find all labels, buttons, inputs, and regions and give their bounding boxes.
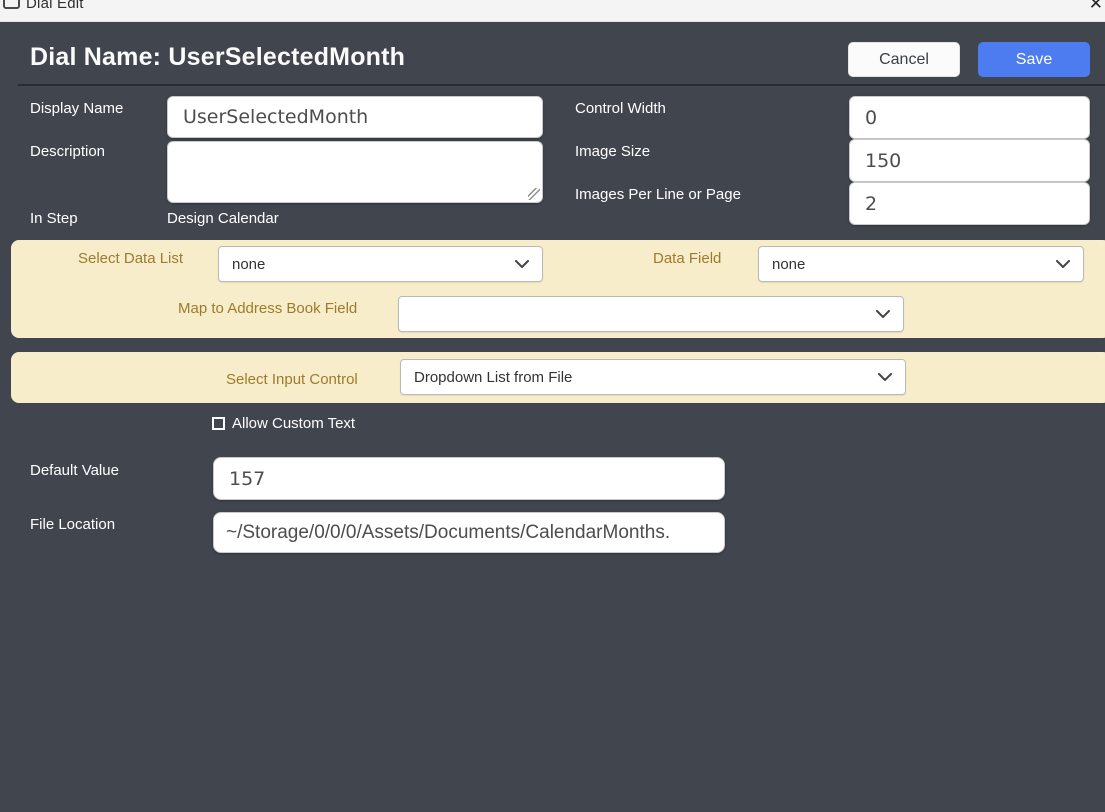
window-icon bbox=[3, 0, 20, 9]
image-size-input[interactable] bbox=[849, 139, 1090, 182]
chevron-down-icon bbox=[515, 260, 529, 268]
display-name-label: Display Name bbox=[30, 100, 124, 117]
select-input-control-value: Dropdown List from File bbox=[414, 368, 573, 386]
data-field-value: none bbox=[772, 255, 806, 273]
select-data-list-label: Select Data List bbox=[78, 250, 184, 267]
select-data-list-dropdown[interactable]: none bbox=[218, 246, 543, 282]
description-label: Description bbox=[30, 143, 106, 160]
dial-edit-window: Dial Edit ✕ Dial Name: UserSelectedMonth… bbox=[0, 0, 1105, 812]
close-icon[interactable]: ✕ bbox=[1089, 0, 1103, 14]
chevron-down-icon bbox=[878, 373, 892, 381]
save-button[interactable]: Save bbox=[978, 42, 1090, 77]
select-input-control-dropdown[interactable]: Dropdown List from File bbox=[400, 359, 906, 395]
window-title: Dial Edit bbox=[26, 0, 84, 12]
select-input-control-label: Select Input Control bbox=[226, 371, 358, 388]
file-location-input[interactable] bbox=[213, 512, 725, 553]
allow-custom-text-label: Allow Custom Text bbox=[232, 415, 356, 432]
file-location-label: File Location bbox=[30, 516, 116, 533]
control-width-label: Control Width bbox=[575, 100, 666, 117]
chevron-down-icon bbox=[1056, 260, 1070, 268]
images-per-line-input[interactable] bbox=[849, 182, 1090, 225]
cancel-button[interactable]: Cancel bbox=[848, 42, 960, 77]
images-per-line-label: Images Per Line or Page bbox=[575, 186, 741, 203]
data-field-label: Data Field bbox=[653, 250, 722, 267]
display-name-input[interactable] bbox=[167, 96, 543, 138]
description-textarea[interactable] bbox=[167, 141, 543, 203]
default-value-input[interactable] bbox=[213, 457, 725, 500]
in-step-label: In Step bbox=[30, 210, 78, 227]
data-field-dropdown[interactable]: none bbox=[758, 246, 1084, 282]
titlebar: Dial Edit ✕ bbox=[0, 0, 1105, 22]
page-title: Dial Name: UserSelectedMonth bbox=[30, 43, 406, 71]
chevron-down-icon bbox=[876, 310, 890, 318]
header-divider bbox=[18, 84, 1105, 86]
control-width-input[interactable] bbox=[849, 96, 1090, 139]
allow-custom-text-checkbox[interactable] bbox=[212, 417, 225, 430]
image-size-label: Image Size bbox=[575, 143, 651, 160]
select-data-list-value: none bbox=[232, 255, 266, 273]
default-value-label: Default Value bbox=[30, 462, 119, 479]
map-address-book-dropdown[interactable] bbox=[398, 296, 904, 332]
map-address-book-label: Map to Address Book Field bbox=[178, 300, 358, 317]
in-step-value: Design Calendar bbox=[167, 210, 279, 227]
